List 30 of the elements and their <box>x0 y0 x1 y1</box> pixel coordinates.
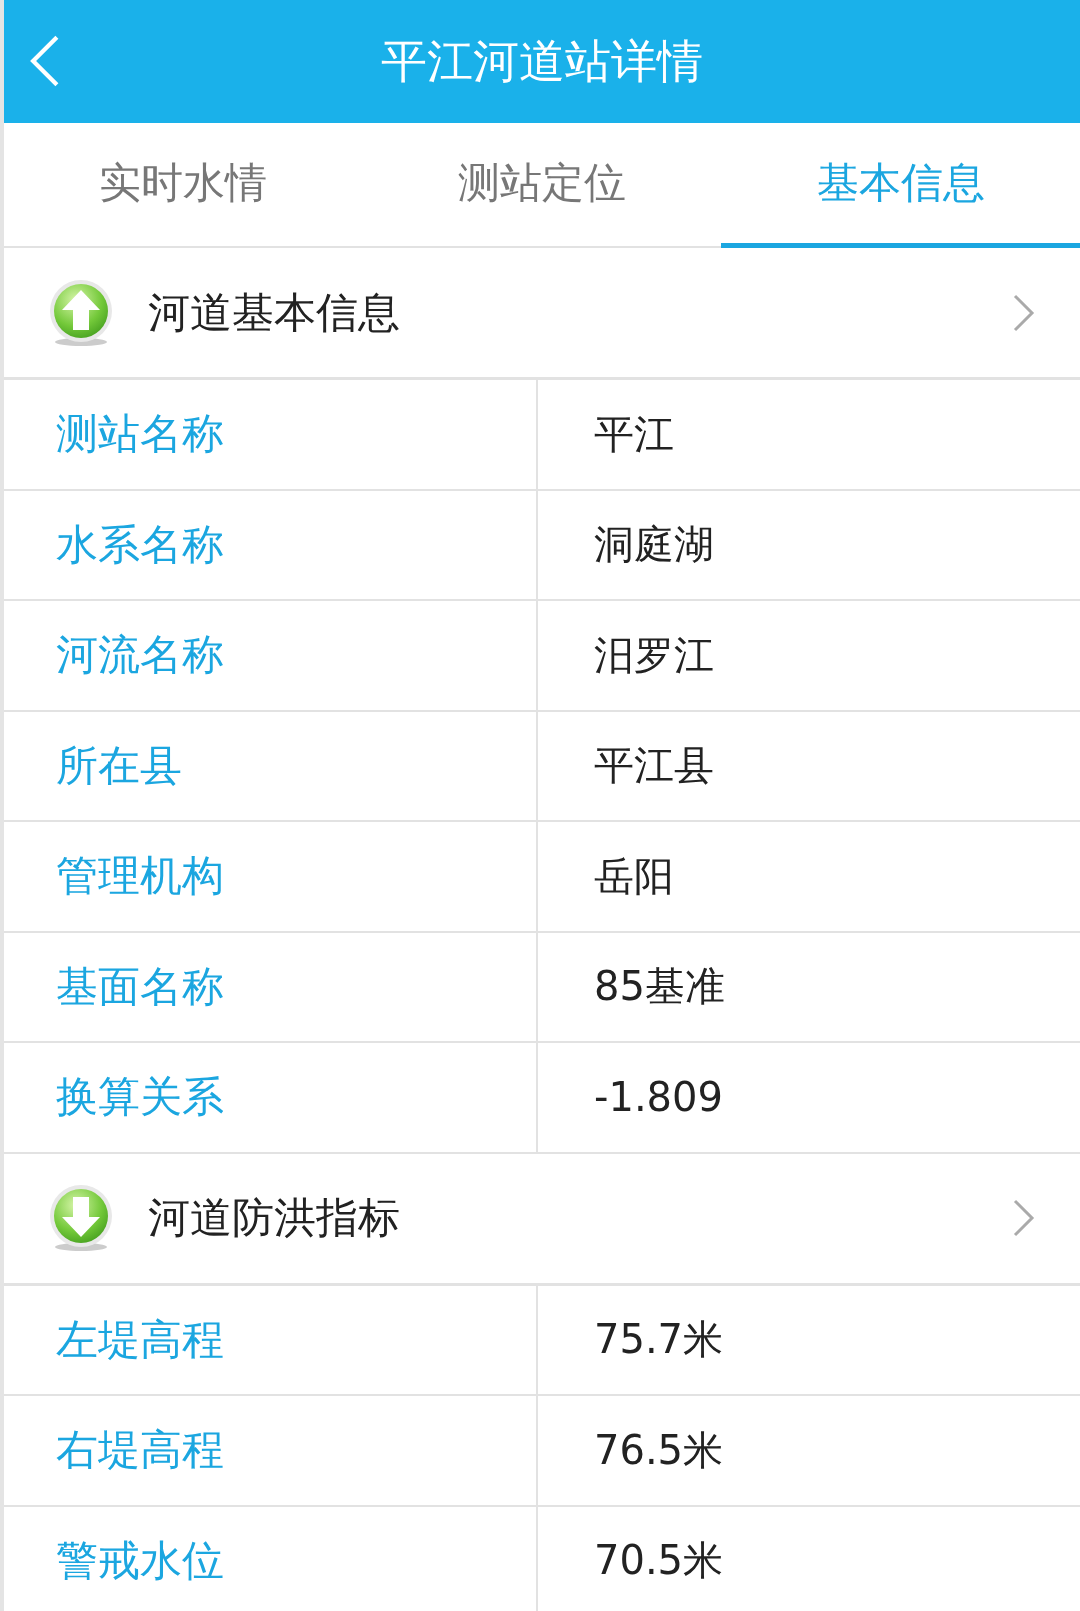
field-label: 管理机构 <box>4 822 538 931</box>
field-value: 76.5米 <box>593 1425 725 1475</box>
field-value: 75.7米 <box>593 1315 725 1365</box>
tab[interactable]: 测站定位 <box>362 123 722 248</box>
field-value: 85基准 <box>593 962 726 1012</box>
chevron-icon <box>1012 1198 1036 1238</box>
field-label: 警戒水位 <box>4 1506 538 1611</box>
field-value: 洞庭湖 <box>593 520 715 570</box>
chevron-icon <box>1012 292 1036 333</box>
tab[interactable]: 基本信息 <box>721 123 1080 248</box>
tab[interactable]: 实时水情 <box>4 123 363 248</box>
field-value: 汨罗江 <box>593 630 715 680</box>
field-value: 平江 <box>593 409 675 459</box>
field-label: 所在县 <box>4 711 538 820</box>
page-title: 平江河道站详情 <box>381 32 703 90</box>
section-title: 河道防洪指标 <box>148 1192 401 1244</box>
field-value: 平江县 <box>593 741 715 791</box>
field-value: 岳阳 <box>593 851 675 901</box>
field-label: 河流名称 <box>4 601 538 710</box>
field-label: 水系名称 <box>4 490 538 599</box>
section-header[interactable]: 河道基本信息 <box>4 248 1080 380</box>
section-title: 河道基本信息 <box>148 286 401 339</box>
field-value: -1.809 <box>593 1073 724 1123</box>
section-header[interactable]: 河道防洪指标 <box>4 1153 1080 1286</box>
field-label: 测站名称 <box>4 380 538 489</box>
field-label: 换算关系 <box>4 1043 538 1152</box>
field-label: 左堤高程 <box>4 1285 538 1394</box>
field-label: 基面名称 <box>4 932 538 1041</box>
field-value: 70.5米 <box>593 1536 725 1586</box>
field-label: 右堤高程 <box>4 1396 538 1505</box>
